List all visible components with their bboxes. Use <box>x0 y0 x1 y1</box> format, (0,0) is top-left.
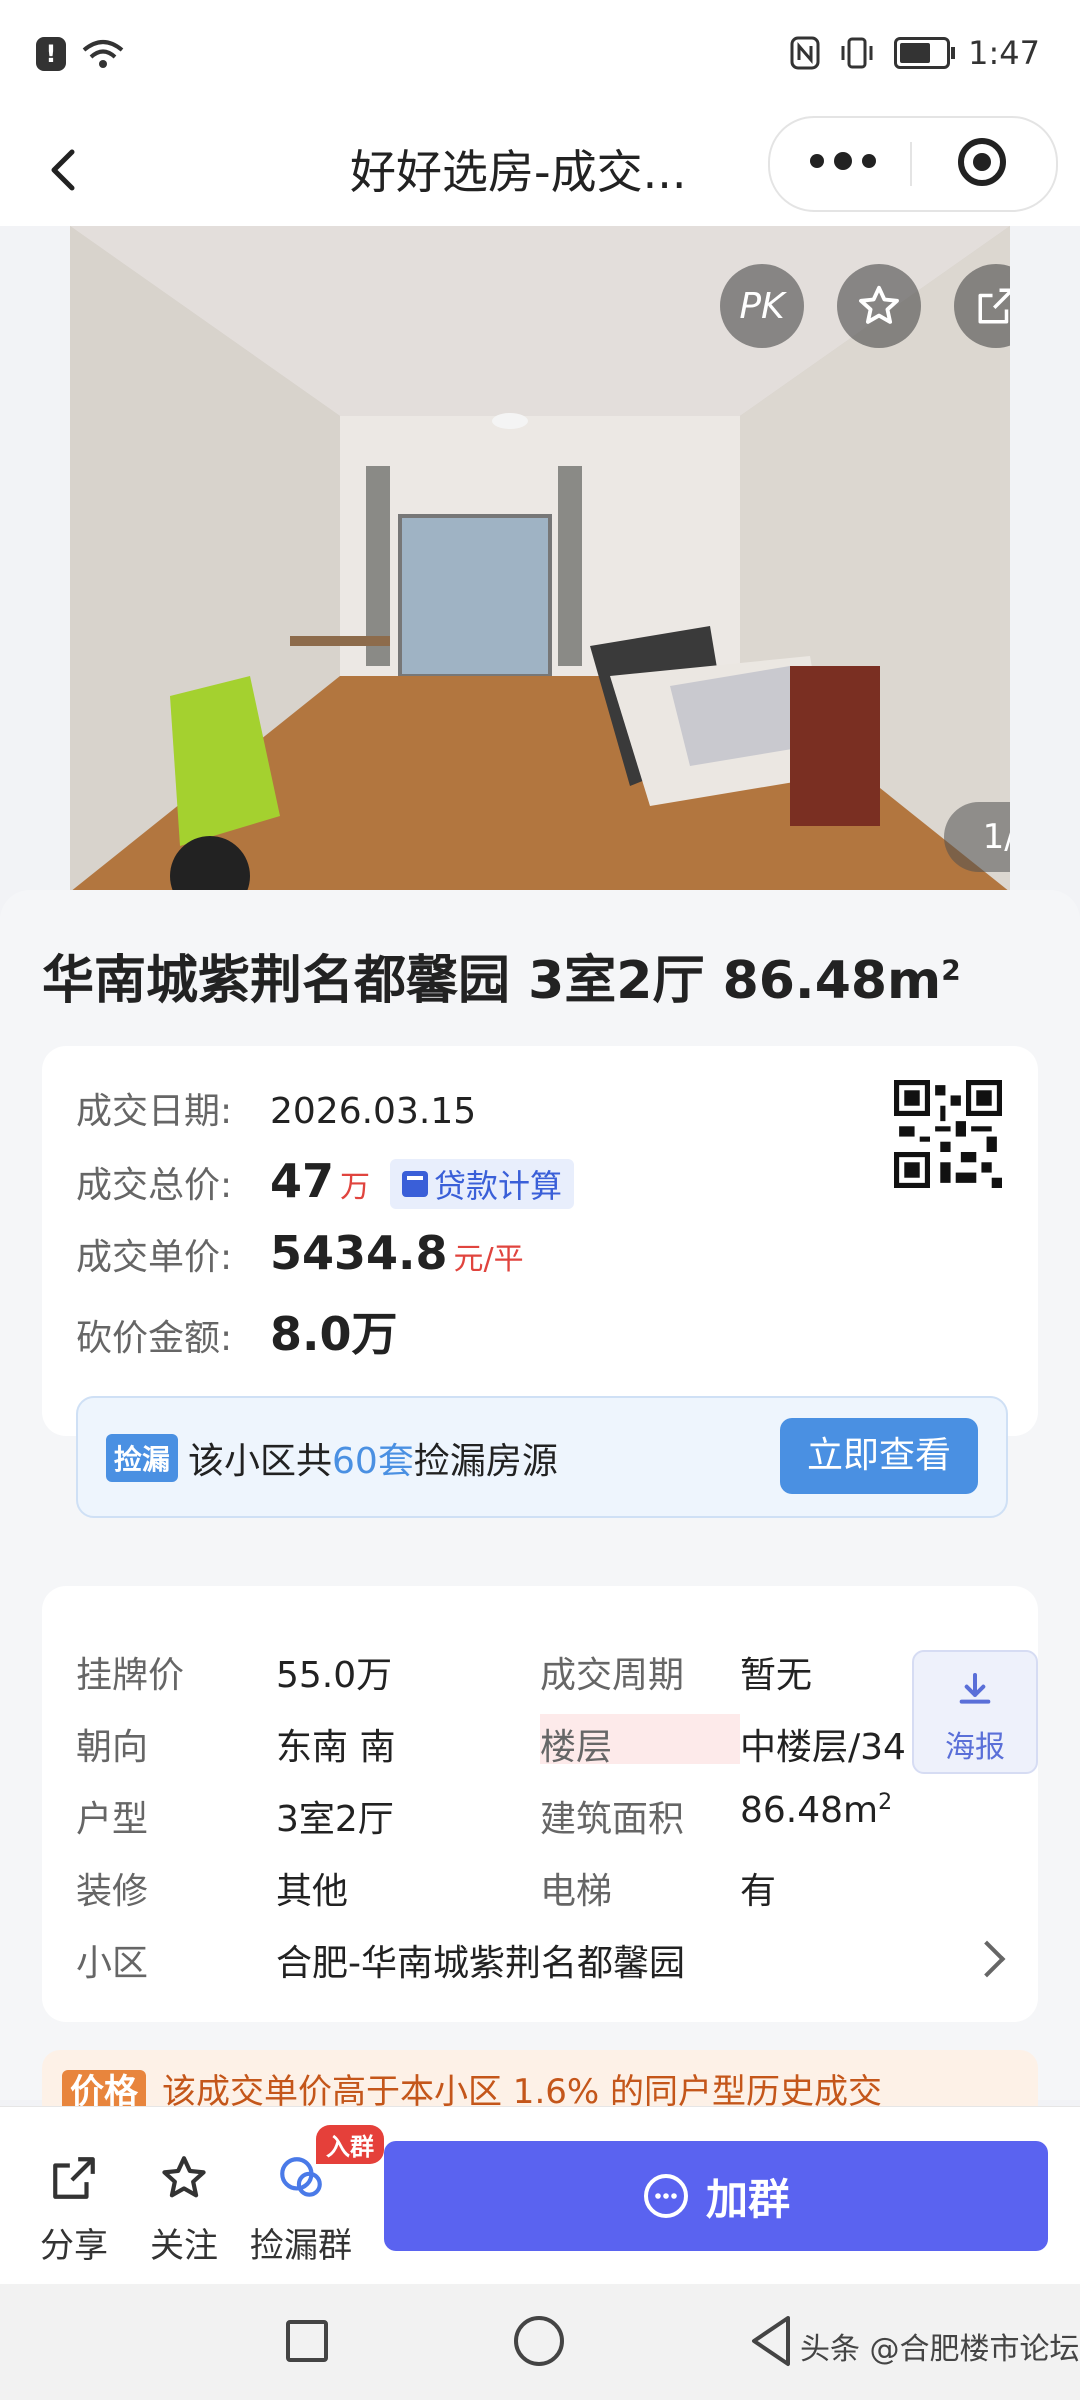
watermark-text: 头条 @合肥楼市论坛 <box>800 2332 1080 2367</box>
deal-date: 2026.03.15 <box>270 1091 477 1132</box>
wifi-icon <box>82 40 124 68</box>
view-now-button[interactable]: 立即查看 <box>780 1418 978 1494</box>
deal-cycle: 暂无 <box>740 1655 813 1696</box>
decoration: 其他 <box>276 1871 349 1912</box>
follow-button[interactable]: 关注 <box>150 2153 218 2267</box>
price-notice: 价格 该成交单价高于本小区 1.6% 的同户型历史成交 <box>42 2050 1038 2110</box>
total-price-row: 成交总价: 47 万 贷款计算 <box>76 1154 575 1209</box>
star-icon <box>162 2156 206 2198</box>
deal-info-card: 成交日期: 2026.03.15 成交总价: 47 万 贷款计算 成交单价: 5… <box>42 1046 1038 1518</box>
bargain-value: 8.0万 <box>270 1307 398 1361</box>
bargain-row: 砍价金额: 8.0万 <box>76 1298 398 1364</box>
community-name: 合肥-华南城紫荆名都馨园 <box>276 1943 685 1984</box>
nfc-icon <box>790 36 820 70</box>
recents-icon[interactable] <box>286 2320 328 2362</box>
home-icon[interactable] <box>514 2316 564 2366</box>
floor: 中楼层/34 <box>740 1727 906 1768</box>
chevron-right-icon <box>968 1940 1006 1978</box>
total-price: 47 <box>270 1154 335 1208</box>
battery-icon <box>894 37 956 69</box>
back-icon[interactable] <box>36 140 96 200</box>
leak-group-button[interactable]: 捡漏群 <box>250 2153 352 2267</box>
area: 86.48m2 <box>740 1790 893 1831</box>
favorite-button[interactable] <box>837 264 921 348</box>
more-icon[interactable] <box>810 152 876 170</box>
unit-price-row: 成交单价: 5434.8 元/平 <box>76 1226 524 1280</box>
house-details-card: 挂牌价 55.0万 成交周期 暂无 朝向 东南 南 楼层 中楼层/34 户型 3… <box>42 1586 1038 2022</box>
vibrate-icon <box>841 37 873 69</box>
house-title: 华南城紫荆名都馨园 3室2厅 86.48m2 <box>42 951 961 1011</box>
star-icon <box>859 285 899 324</box>
leak-count: 60套 <box>332 1441 414 1482</box>
leak-tag: 捡漏 <box>106 1434 179 1482</box>
title-bar: 好好选房-成交... <box>0 116 1080 226</box>
layout: 3室2厅 <box>276 1799 394 1840</box>
status-bar: ! 1:47 <box>0 0 1080 116</box>
house-photo[interactable]: PK 1/1 <box>70 226 1010 892</box>
nav-back-icon[interactable] <box>748 2314 794 2368</box>
chat-icon <box>643 2174 688 2218</box>
loan-calc-button[interactable]: 贷款计算 <box>390 1159 575 1209</box>
listing-price: 55.0万 <box>276 1655 393 1696</box>
photo-counter: 1/1 <box>944 802 1010 872</box>
leak-banner: 捡漏 该小区共60套捡漏房源 立即查看 <box>76 1396 1008 1518</box>
clock: 1:47 <box>968 34 1040 72</box>
system-nav-bar: 头条 @合肥楼市论坛 <box>0 2284 1080 2400</box>
unit-price: 5434.8 <box>270 1226 448 1280</box>
deal-date-row: 成交日期: 2026.03.15 <box>76 1091 477 1132</box>
pk-button[interactable]: PK <box>720 264 804 348</box>
orientation: 东南 南 <box>276 1727 396 1768</box>
calculator-icon <box>402 1171 429 1197</box>
join-badge: 入群 <box>316 2125 384 2164</box>
alert-icon: ! <box>36 37 66 71</box>
close-mini-program-icon[interactable] <box>958 138 1006 186</box>
bottom-action-bar: 分享 关注 捡漏群 入群 加群 <box>0 2106 1080 2285</box>
notice-tag: 价格 <box>62 2070 146 2110</box>
download-icon <box>959 1673 991 1704</box>
elevator: 有 <box>740 1871 777 1912</box>
listing-content: 华南城紫荆名都馨园 3室2厅 86.48m2 成交日期: 2026.03.15 … <box>0 890 1080 2110</box>
share-out-icon <box>978 288 1010 324</box>
poster-button[interactable]: 海报 <box>912 1650 1038 1774</box>
mini-program-capsule <box>768 116 1058 212</box>
share-icon <box>53 2157 95 2199</box>
qr-code[interactable] <box>894 1080 1002 1188</box>
share-button[interactable]: 分享 <box>40 2153 108 2267</box>
join-group-button[interactable]: 加群 <box>384 2141 1048 2251</box>
page-title: 好好选房-成交... <box>350 145 687 199</box>
